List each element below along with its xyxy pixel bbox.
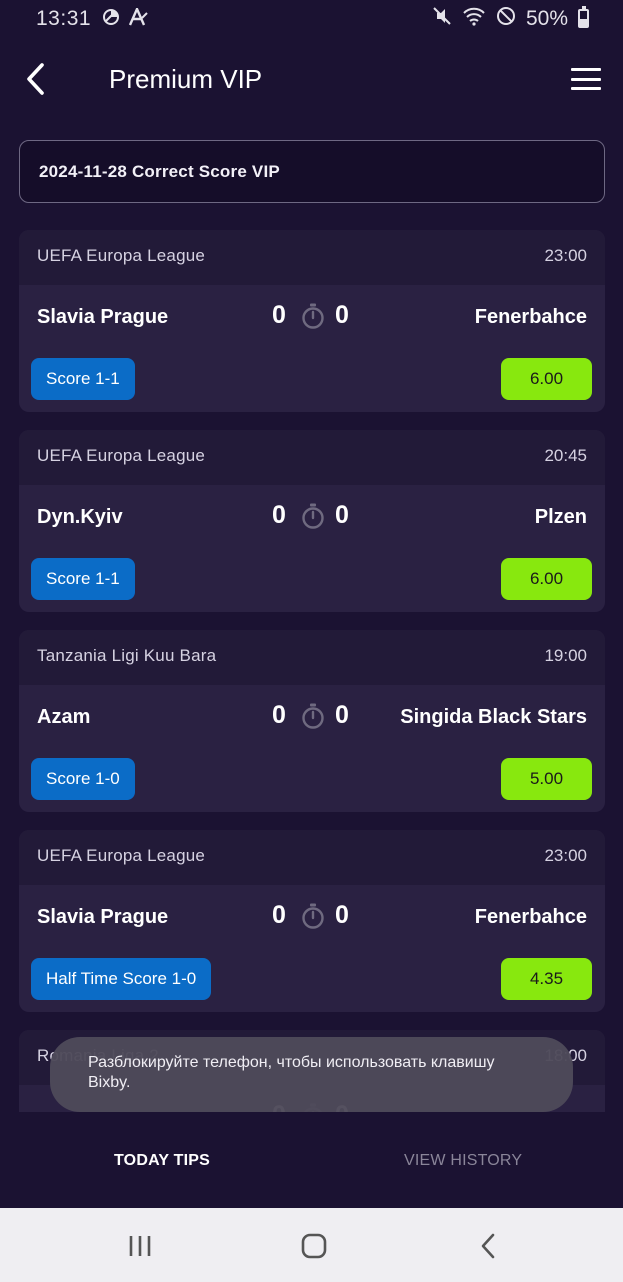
tip-button[interactable]: Score 1-0	[31, 758, 135, 800]
away-team: Singida Black Stars	[400, 706, 587, 728]
status-time: 13:31	[36, 7, 92, 30]
card-body: Slavia Prague 0 0 Fenerbahce Score 1-1 6.00	[19, 285, 605, 412]
stopwatch-icon	[302, 903, 324, 929]
battery-icon	[578, 6, 589, 28]
kickoff-time: 19:00	[544, 646, 587, 665]
card-body: Dyn.Kyiv 0 0 Plzen Score 1-1 6.00	[19, 485, 605, 612]
away-score: 0	[335, 701, 349, 729]
toast-message: Разблокируйте телефон, чтобы использоват…	[50, 1037, 573, 1112]
battery-percent: 50%	[525, 6, 568, 30]
away-score: 0	[335, 901, 349, 929]
battery-level-fill	[580, 18, 587, 26]
wifi-icon	[462, 6, 486, 31]
league-name: UEFA Europa League	[37, 846, 206, 865]
kickoff-time: 23:00	[544, 846, 587, 865]
status-bar: 13:31 50%	[0, 0, 623, 40]
stopwatch-icon	[302, 303, 324, 329]
match-card[interactable]: UEFA Europa League 23:00 Slavia Prague 0 0 Fe…	[19, 230, 605, 412]
app-header: Premium VIP	[0, 48, 623, 110]
away-team: Fenerbahce	[474, 906, 587, 928]
data-saver-icon	[102, 8, 120, 31]
status-right-icons: 50%	[432, 6, 589, 31]
home-score: 0	[272, 901, 286, 929]
app-screen: 13:31 50% Premium VIP 2024-11-28 Correct…	[0, 0, 623, 1282]
odds-button[interactable]: 6.00	[501, 358, 592, 400]
tip-button[interactable]: Half Time Score 1-0	[31, 958, 212, 1000]
match-card[interactable]: Tanzania Ligi Kuu Bara 19:00 Azam 0 0 Singida…	[19, 630, 605, 812]
tab-today-tips[interactable]: TODAY TIPS	[114, 1152, 210, 1170]
stopwatch-icon	[302, 703, 324, 729]
odds-button[interactable]: 4.35	[501, 958, 592, 1000]
bottom-tabs: TODAY TIPS VIEW HISTORY	[0, 1112, 623, 1208]
home-score: 0	[272, 301, 286, 329]
home-score: 0	[272, 501, 286, 529]
recent-apps-icon[interactable]	[120, 1230, 160, 1262]
hamburger-menu-icon[interactable]	[571, 66, 601, 92]
league-name: UEFA Europa League	[37, 446, 206, 465]
home-team: Dyn.Kyiv	[37, 506, 123, 528]
kickoff-time: 20:45	[544, 446, 587, 465]
date-title-text: 2024-11-28 Correct Score VIP	[39, 162, 280, 181]
card-body: Azam 0 0 Singida Black Stars Score 1-0 5.00	[19, 685, 605, 812]
match-list[interactable]: UEFA Europa League 23:00 Slavia Prague 0 0 Fe…	[0, 230, 623, 1112]
odds-button[interactable]: 5.00	[501, 758, 592, 800]
card-header: UEFA Europa League 23:00	[19, 830, 605, 885]
odds-button[interactable]: 6.00	[501, 558, 592, 600]
card-header: UEFA Europa League 20:45	[19, 430, 605, 485]
back-button[interactable]	[20, 60, 50, 98]
match-card[interactable]: UEFA Europa League 20:45 Dyn.Kyiv 0 0 Plzen Sc…	[19, 430, 605, 612]
home-score: 0	[272, 701, 286, 729]
home-team: Slavia Prague	[37, 906, 169, 928]
page-title: Premium VIP	[109, 64, 263, 94]
tip-button[interactable]: Score 1-1	[31, 358, 135, 400]
tip-button[interactable]: Score 1-1	[31, 558, 135, 600]
do-not-disturb-icon	[496, 6, 516, 31]
stopwatch-icon	[302, 503, 324, 529]
away-team: Fenerbahce	[474, 306, 587, 328]
date-title-box: 2024-11-28 Correct Score VIP	[19, 140, 605, 203]
home-icon[interactable]	[294, 1230, 334, 1262]
home-team: Azam	[37, 706, 91, 728]
away-score: 0	[335, 501, 349, 529]
kickoff-time: 23:00	[544, 246, 587, 265]
back-arrow-icon	[27, 63, 44, 95]
match-card[interactable]: UEFA Europa League 23:00 Slavia Prague 0 0 Fe…	[19, 830, 605, 1012]
away-team: Plzen	[534, 506, 587, 528]
league-name: Tanzania Ligi Kuu Bara	[37, 646, 217, 665]
system-nav-bar	[0, 1208, 623, 1282]
tab-view-history[interactable]: VIEW HISTORY	[404, 1152, 522, 1170]
card-header: UEFA Europa League 23:00	[19, 230, 605, 285]
card-header: Tanzania Ligi Kuu Bara 19:00	[19, 630, 605, 685]
status-left-icons	[102, 6, 148, 31]
back-icon[interactable]	[468, 1230, 508, 1262]
league-name: UEFA Europa League	[37, 246, 206, 265]
away-score: 0	[335, 301, 349, 329]
home-team: Slavia Prague	[37, 306, 169, 328]
toast-text: Разблокируйте телефон, чтобы использоват…	[88, 1054, 495, 1091]
mute-icon	[432, 6, 452, 31]
font-a-icon	[128, 6, 148, 31]
card-body: Slavia Prague 0 0 Fenerbahce Half Time Score…	[19, 885, 605, 1012]
